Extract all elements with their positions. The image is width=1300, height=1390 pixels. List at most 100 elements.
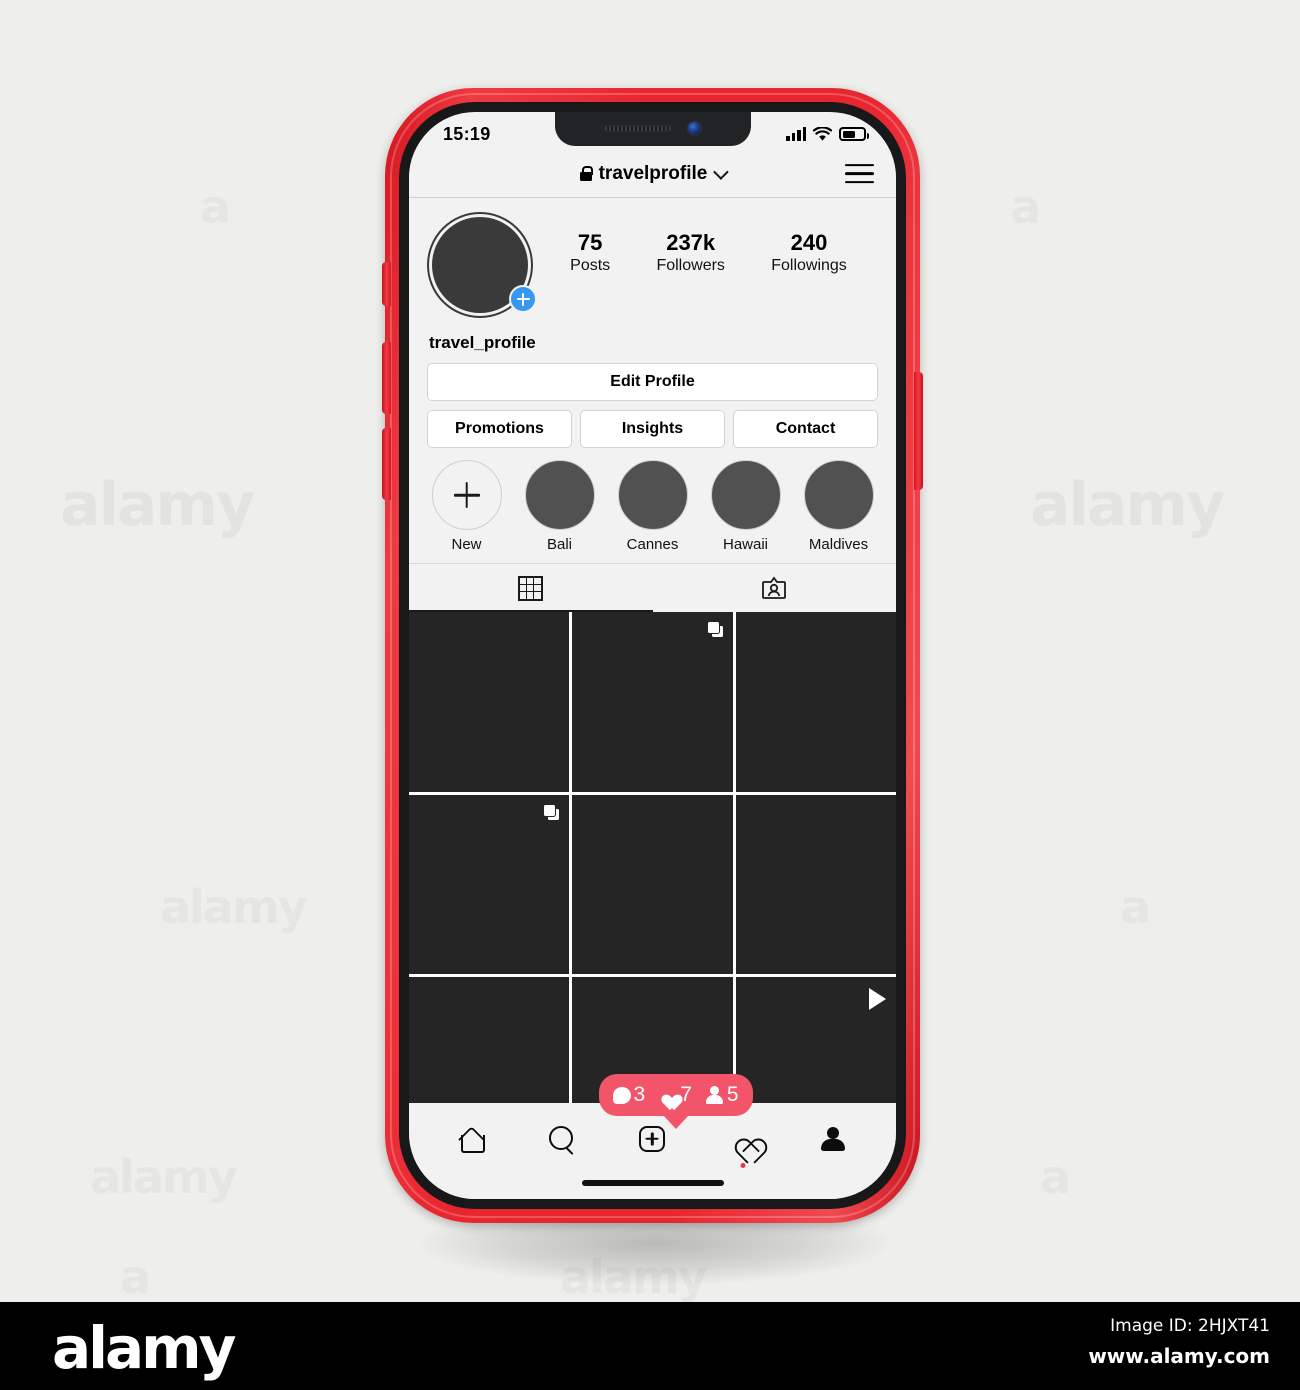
username-label: travelprofile	[598, 162, 708, 184]
stat-label: Posts	[570, 257, 611, 275]
volume-down-button[interactable]	[382, 428, 391, 500]
promotions-button[interactable]: Promotions	[427, 410, 572, 448]
stat-followings[interactable]: 240 Followings	[771, 230, 847, 275]
footer-logo: alamy	[52, 1314, 236, 1382]
footer-bar: alamy Image ID: 2HJXT41 www.alamy.com	[0, 1302, 1300, 1390]
stat-value: 240	[790, 230, 828, 255]
notif-count: 3	[633, 1083, 646, 1106]
carousel-icon	[543, 803, 561, 821]
profile-actions: Edit Profile Promotions Insights Contact	[409, 353, 896, 448]
phone-screen: 15:19 travelprofile 75 Posts 237k Follow…	[409, 112, 896, 1199]
highlight-label: New	[451, 536, 482, 553]
watermark-letter: a	[1010, 180, 1039, 234]
activity-heart-icon	[728, 1126, 758, 1153]
watermark-letter: a	[120, 1250, 149, 1304]
highlight-thumb	[524, 460, 595, 530]
watermark-text: alamy	[60, 470, 255, 540]
status-icon-group	[786, 126, 869, 142]
display-name: travel_profile	[429, 333, 536, 352]
tab-tagged[interactable]	[653, 564, 897, 612]
person-icon	[705, 1085, 724, 1105]
battery-fill	[842, 130, 855, 138]
battery-icon	[839, 127, 869, 141]
post-cell[interactable]	[572, 794, 733, 975]
stat-label: Followings	[771, 257, 847, 275]
notification-bubble[interactable]: 3 7 5	[598, 1074, 753, 1116]
post-cell[interactable]	[409, 612, 570, 792]
highlight-thumb	[803, 460, 874, 530]
stat-posts[interactable]: 75 Posts	[570, 230, 610, 275]
highlight-new[interactable]: New	[425, 460, 508, 553]
notif-count: 5	[726, 1083, 739, 1106]
secondary-action-row: Promotions Insights Contact	[427, 410, 878, 448]
app-top-bar: travelprofile	[409, 150, 896, 198]
post-cell[interactable]	[572, 612, 733, 792]
home-icon	[458, 1127, 486, 1153]
profile-icon	[820, 1126, 846, 1152]
phone-mockup: 15:19 travelprofile 75 Posts 237k Follow…	[385, 88, 920, 1223]
play-icon	[868, 988, 886, 1011]
watermark-letter: a	[1120, 880, 1149, 934]
volume-up-button[interactable]	[382, 342, 391, 414]
highlight-label: Bali	[546, 536, 572, 553]
highlight-label: Hawaii	[722, 536, 768, 553]
profile-stats: 75 Posts 237k Followers 240 Followings	[533, 212, 878, 275]
notif-followers: 5	[705, 1083, 739, 1107]
highlight-thumb	[710, 460, 781, 530]
post-cell[interactable]	[735, 794, 896, 975]
avatar[interactable]	[427, 212, 537, 318]
highlight-bali[interactable]: Bali	[518, 460, 601, 553]
power-button[interactable]	[914, 372, 923, 490]
highlight-label: Maldives	[808, 536, 869, 553]
stat-label: Followers	[656, 257, 725, 275]
highlight-cannes[interactable]: Cannes	[611, 460, 694, 553]
carousel-icon	[706, 621, 724, 638]
notif-count: 7	[680, 1083, 692, 1106]
watermark-letter: a	[1040, 1150, 1069, 1204]
highlight-maldives[interactable]: Maldives	[797, 460, 880, 553]
post-cell[interactable]	[409, 794, 570, 975]
speaker-grille-icon	[604, 124, 672, 132]
status-clock: 15:19	[443, 123, 491, 144]
wifi-icon	[813, 126, 832, 141]
watermark-letter: a	[200, 180, 229, 234]
comment-icon	[612, 1086, 631, 1104]
lock-icon	[579, 166, 594, 181]
username-dropdown[interactable]: travelprofile	[579, 162, 730, 185]
stat-followers[interactable]: 237k Followers	[656, 230, 724, 275]
phone-shadow	[420, 1215, 890, 1285]
front-camera-icon	[688, 121, 701, 135]
silence-switch[interactable]	[382, 262, 391, 306]
activity-dot	[740, 1163, 746, 1168]
stat-value: 237k	[666, 230, 716, 255]
heart-icon	[658, 1086, 677, 1105]
profile-header: 75 Posts 237k Followers 240 Followings	[409, 198, 896, 318]
search-icon	[548, 1125, 576, 1153]
hamburger-icon[interactable]	[845, 163, 874, 184]
chevron-down-icon[interactable]	[713, 164, 730, 180]
nav-home[interactable]	[450, 1119, 494, 1159]
footer-url[interactable]: www.alamy.com	[1088, 1344, 1270, 1368]
nav-activity[interactable]	[721, 1119, 765, 1168]
add-story-icon[interactable]	[509, 285, 537, 313]
grid-icon	[518, 575, 544, 601]
stat-value: 75	[577, 230, 603, 255]
post-cell[interactable]	[735, 612, 896, 792]
add-post-icon	[639, 1126, 666, 1152]
home-indicator[interactable]	[581, 1180, 724, 1186]
screenshot-stage: alamy alamy alamy a a a alamy a alamy a …	[0, 0, 1300, 1390]
edit-profile-button[interactable]: Edit Profile	[427, 363, 878, 401]
highlight-label: Cannes	[626, 536, 679, 553]
tab-grid[interactable]	[409, 564, 653, 612]
insights-button[interactable]: Insights	[580, 410, 725, 448]
signal-bars-icon	[786, 126, 806, 141]
footer-image-id: Image ID: 2HJXT41	[1110, 1316, 1270, 1336]
highlight-hawaii[interactable]: Hawaii	[704, 460, 787, 553]
add-highlight-icon[interactable]	[431, 460, 502, 530]
contact-button[interactable]: Contact	[733, 410, 878, 448]
nav-search[interactable]	[540, 1119, 584, 1159]
notch	[554, 112, 751, 146]
nav-profile[interactable]	[811, 1119, 855, 1159]
notif-comments: 3	[612, 1083, 646, 1107]
profile-tabs	[409, 563, 896, 612]
